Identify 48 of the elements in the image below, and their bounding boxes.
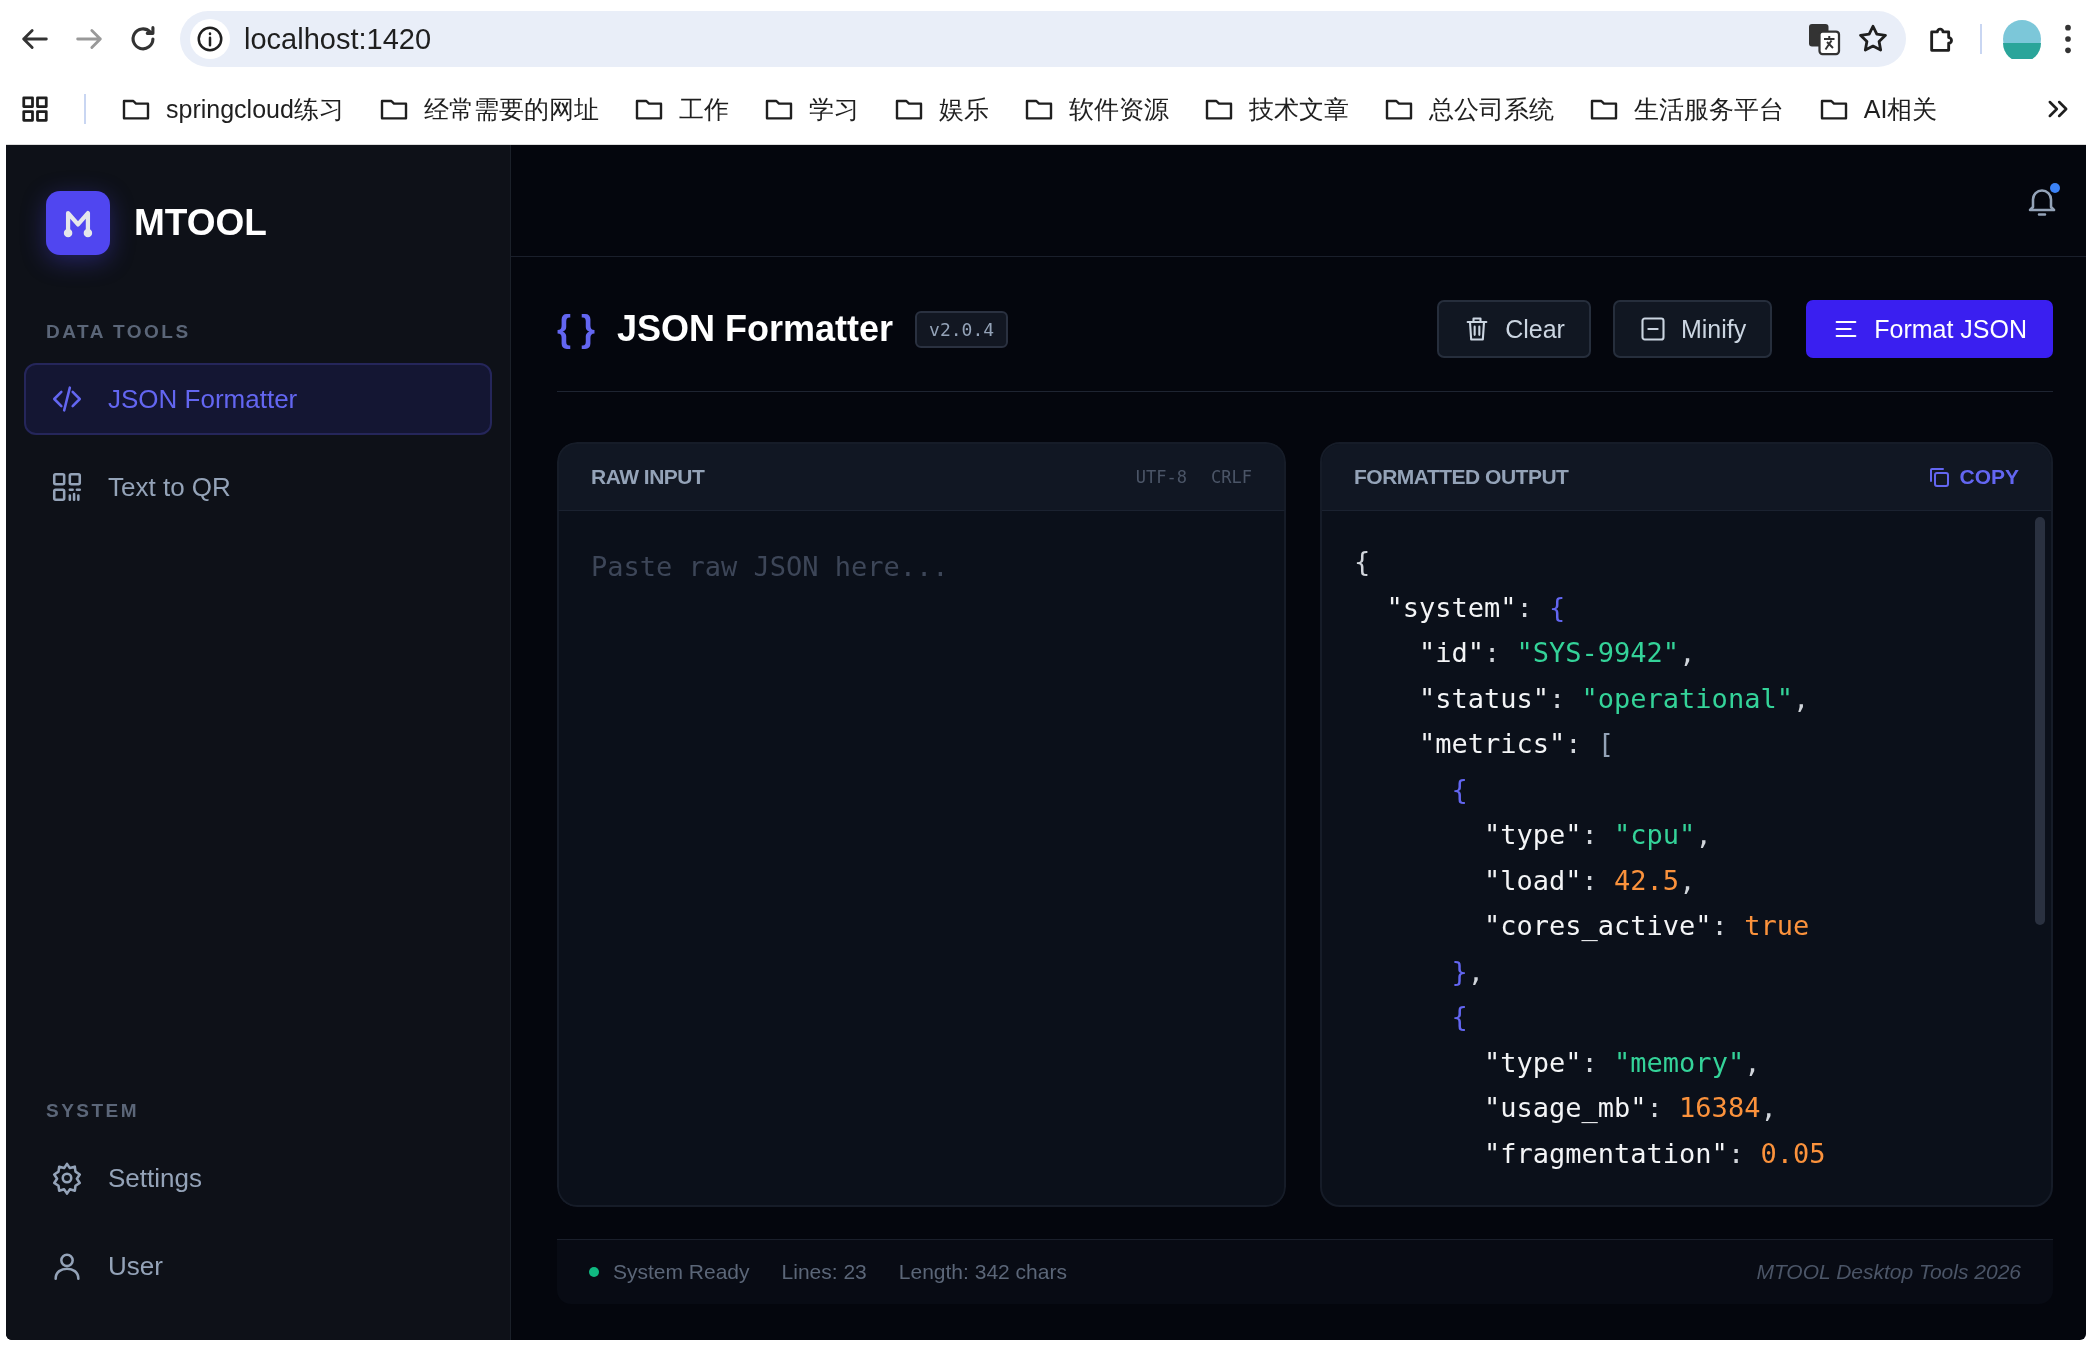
info-icon[interactable] [195, 24, 225, 54]
bookmark[interactable]: springcloud练习 [120, 92, 344, 126]
bookmark[interactable]: 技术文章 [1202, 92, 1349, 126]
status-dot [589, 1267, 599, 1277]
json-input-field[interactable]: Paste raw JSON here... [557, 511, 1286, 1207]
panel-title: FORMATTED OUTPUT [1354, 465, 1570, 489]
sidebar-item[interactable]: Text to QR [24, 451, 492, 523]
sidebar-item[interactable]: User [24, 1230, 492, 1302]
copy-button[interactable]: COPY [1927, 465, 2019, 489]
bookmark[interactable]: 生活服务平台 [1587, 92, 1784, 126]
minus-square-icon [1638, 315, 1667, 343]
bookmark[interactable]: 学习 [762, 92, 859, 126]
translate-icon[interactable] [1806, 21, 1842, 57]
scrollbar[interactable] [2035, 517, 2045, 925]
logo-icon [46, 191, 110, 255]
sidebar-item[interactable]: Settings [24, 1142, 492, 1214]
status-text: System Ready [613, 1260, 750, 1284]
tool-title: JSON Formatter [617, 308, 894, 350]
version-badge: v2.0.4 [915, 310, 1009, 348]
format-button[interactable]: Format JSON [1806, 300, 2053, 358]
address-bar[interactable]: localhost:1420 [180, 11, 1906, 67]
avatar-icon[interactable] [2002, 19, 2042, 59]
line-count: Lines: 23 [781, 1260, 867, 1284]
braces-icon: { } [557, 308, 596, 350]
section-heading: DATA TOOLS [45, 320, 192, 344]
credit-text: MTOOL Desktop Tools 2026 [1756, 1260, 2021, 1284]
sidebar-item[interactable]: JSON Formatter [24, 363, 492, 435]
settings-icon [50, 1161, 84, 1195]
qr-code-icon [50, 470, 84, 504]
url-text: localhost:1420 [244, 22, 433, 56]
length-count: Length: 342 chars [898, 1260, 1067, 1284]
bookmark[interactable]: 经常需要的网址 [377, 92, 599, 126]
minify-button[interactable]: Minify [1612, 300, 1773, 358]
bookmark[interactable]: 软件资源 [1022, 92, 1169, 126]
panel-title: RAW INPUT [591, 465, 706, 489]
menu-icon[interactable] [2062, 22, 2074, 56]
bookmark[interactable]: 娱乐 [892, 92, 989, 126]
encoding-label: UTF-8 [1135, 467, 1188, 487]
apps-icon[interactable] [20, 94, 50, 124]
app-name: MTOOL [134, 202, 267, 244]
bookmark[interactable]: 工作 [632, 92, 729, 126]
bookmark[interactable]: AI相关 [1817, 92, 1938, 126]
bookmark[interactable]: 总公司系统 [1382, 92, 1554, 126]
clear-button[interactable]: Clear [1437, 300, 1591, 358]
formatted-json: { "system": { "id": "SYS-9942", "status": "operational", "metrics": [ { "type": "cpu", "load": 42.5, "cores_active": true }, { "type": "memory", "usage_mb": 16384, "fragmentation": 0.05 [1354, 545, 1827, 1171]
section-heading: SYSTEM [45, 1099, 141, 1123]
line-ending-label: CRLF [1211, 467, 1252, 487]
copy-icon [1927, 465, 1952, 489]
